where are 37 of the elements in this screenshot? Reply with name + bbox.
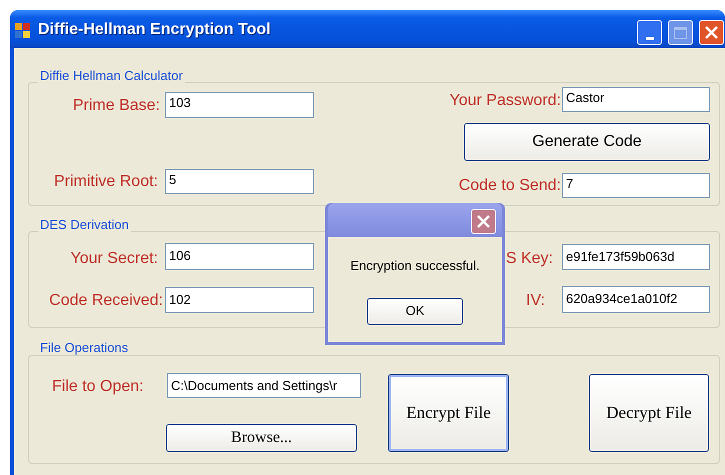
maximize-button[interactable] bbox=[668, 20, 693, 45]
maximize-icon bbox=[674, 26, 687, 38]
app-icon bbox=[15, 23, 31, 39]
ok-button[interactable]: OK bbox=[367, 298, 463, 324]
field-label: Your Password: bbox=[450, 91, 561, 111]
encrypt-file-button[interactable]: Encrypt File bbox=[388, 374, 509, 452]
group-title: DES Derivation bbox=[38, 217, 131, 232]
text-field[interactable]: Castor bbox=[562, 87, 710, 112]
group-title: Diffie Hellman Calculator bbox=[38, 68, 185, 83]
text-field[interactable]: e91fe173f59b063d bbox=[562, 244, 710, 270]
field-label: Your Secret: bbox=[70, 249, 158, 269]
close-button[interactable] bbox=[471, 209, 496, 234]
text-field[interactable]: C:\Documents and Settings\r bbox=[167, 373, 361, 398]
field-label: Code to Send: bbox=[458, 176, 561, 196]
generate-code-button[interactable]: Generate Code bbox=[464, 123, 710, 161]
window-title: Diffie-Hellman Encryption Tool bbox=[38, 21, 271, 39]
group-title: File Operations bbox=[38, 340, 130, 355]
text-field[interactable]: 5 bbox=[165, 169, 314, 194]
browse-button[interactable]: Browse... bbox=[166, 424, 357, 452]
text-field[interactable]: 620a934ce1a010f2 bbox=[562, 286, 710, 313]
text-field[interactable]: 102 bbox=[165, 287, 314, 313]
close-icon bbox=[477, 215, 490, 228]
field-label: Prime Base: bbox=[72, 96, 160, 116]
field-label: IV: bbox=[526, 291, 545, 311]
decrypt-file-button[interactable]: Decrypt File bbox=[589, 374, 709, 452]
field-label: Code Received: bbox=[49, 291, 163, 311]
text-field[interactable]: 106 bbox=[165, 243, 314, 270]
close-icon bbox=[705, 26, 718, 39]
text-field[interactable]: 103 bbox=[165, 92, 314, 118]
close-button[interactable] bbox=[699, 20, 724, 45]
message-text: Encryption successful. bbox=[350, 257, 480, 275]
field-label: S Key: bbox=[506, 249, 553, 269]
text-field[interactable]: 7 bbox=[562, 173, 710, 198]
minimize-button[interactable] bbox=[637, 20, 662, 45]
field-label: File to Open: bbox=[52, 377, 144, 397]
minimize-icon bbox=[646, 37, 654, 40]
field-label: Primitive Root: bbox=[54, 172, 158, 192]
